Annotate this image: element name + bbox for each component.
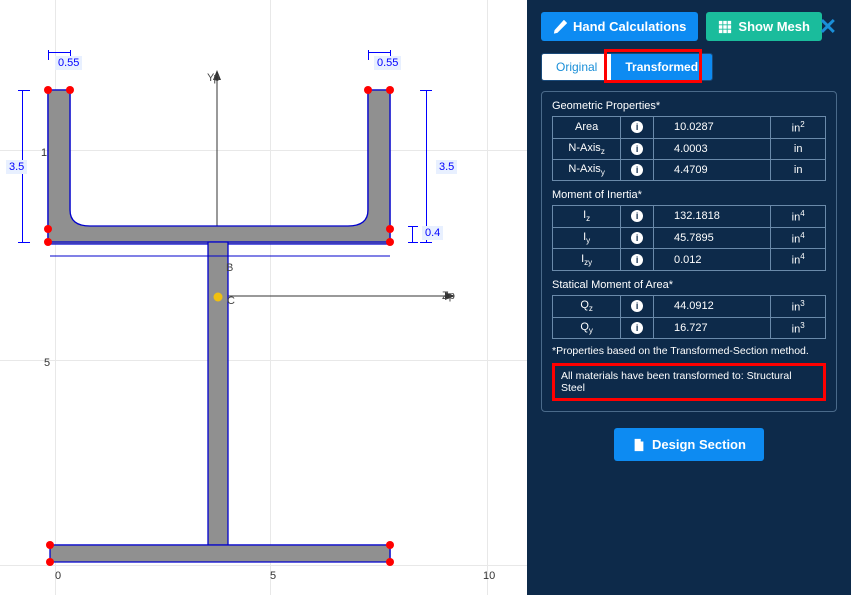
close-icon[interactable]: ✕ [819,14,837,40]
properties-panel: ✕ Hand Calculations Show Mesh Original T… [527,0,851,595]
section-geometric-title: Geometric Properties* [552,100,826,112]
geometric-table: Areai10.0287in2 N-Axiszi4.0003in N-Axisy… [552,116,826,181]
table-row: Izyi0.012in4 [553,249,826,271]
statical-table: Qzi44.0912in3 Qyi16.727in3 [552,295,826,339]
node [386,238,394,246]
node [44,238,52,246]
tab-original[interactable]: Original [542,54,611,80]
info-icon[interactable]: i [631,254,643,266]
node [386,86,394,94]
table-row: Areai10.0287in2 [553,117,826,139]
inertia-table: Izi132.1818in4 Iyi45.7895in4 Izyi0.012in… [552,205,826,271]
table-row: Iyi45.7895in4 [553,227,826,249]
node [46,541,54,549]
node [44,86,52,94]
dim-left: 3.5 [6,160,27,174]
node [44,225,52,233]
design-section-label: Design Section [652,437,746,452]
node [386,558,394,566]
dim-right: 3.5 [436,160,457,174]
dim-top-left: 0.55 [55,56,82,70]
hand-calculations-button[interactable]: Hand Calculations [541,12,698,41]
pencil-icon [553,20,567,34]
table-row: N-Axisyi4.4709in [553,159,826,180]
hand-calc-label: Hand Calculations [573,19,686,34]
grid-icon [718,20,732,34]
node [46,558,54,566]
centroid-node [214,293,223,302]
show-mesh-button[interactable]: Show Mesh [706,12,822,41]
section-inertia-title: Moment of Inertia* [552,189,826,201]
properties-box: Geometric Properties* Areai10.0287in2 N-… [541,91,837,412]
tab-transformed[interactable]: Transformed [611,54,712,80]
tabs: Original Transformed [541,53,713,81]
node [66,86,74,94]
design-section-button[interactable]: Design Section [614,428,764,461]
method-note: *Properties based on the Transformed-Sec… [552,345,826,357]
table-row: Qyi16.727in3 [553,317,826,339]
show-mesh-label: Show Mesh [738,19,810,34]
canvas-area[interactable]: 0 5 10 5 10 [0,0,527,595]
node [364,86,372,94]
dim-top-right: 0.55 [374,56,401,70]
info-icon[interactable]: i [631,322,643,334]
axis-zp-label: Zp [442,290,455,302]
document-icon [632,438,646,452]
info-icon[interactable]: i [631,300,643,312]
table-row: N-Axiszi4.0003in [553,138,826,159]
axis-c-label: C [227,295,235,307]
transform-note: All materials have been transformed to: … [552,363,826,401]
info-icon[interactable]: i [631,232,643,244]
node [386,225,394,233]
node [386,541,394,549]
info-icon[interactable]: i [631,164,643,176]
table-row: Qzi44.0912in3 [553,296,826,318]
info-icon[interactable]: i [631,143,643,155]
axis-yp-label: Yp [207,72,220,84]
info-icon[interactable]: i [631,210,643,222]
axis-b-label: B [226,262,233,274]
dim-mid-right: 0.4 [422,226,443,240]
table-row: Izi132.1818in4 [553,206,826,228]
section-statical-title: Statical Moment of Area* [552,279,826,291]
info-icon[interactable]: i [631,121,643,133]
